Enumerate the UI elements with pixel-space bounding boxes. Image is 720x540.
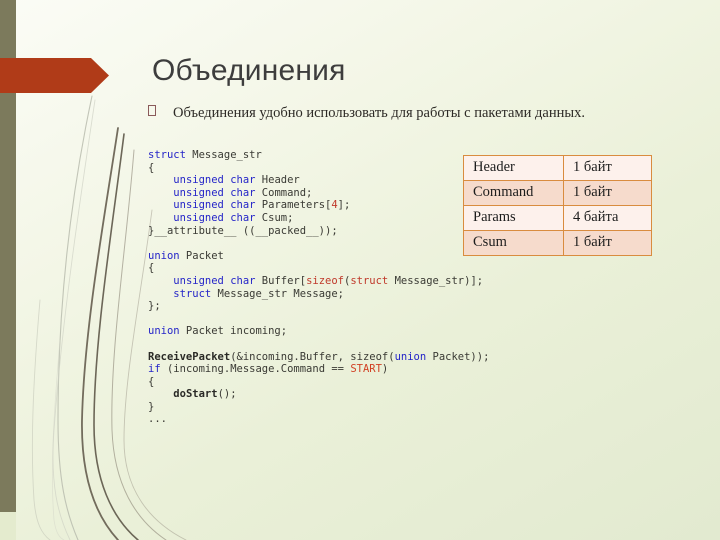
code-line: union Packet: [148, 250, 489, 263]
code-line: struct Message_str Message;: [148, 288, 489, 301]
code-line: unsigned char Header: [148, 174, 489, 187]
table-row: Csum 1 байт: [463, 230, 652, 256]
code-token: Message_str)];: [388, 274, 484, 287]
code-line: unsigned char Command;: [148, 187, 489, 200]
code-line: unsigned char Buffer[sizeof(struct Messa…: [148, 275, 489, 288]
code-token: ();: [217, 388, 237, 401]
code-line: };: [148, 300, 489, 313]
table-row: Command 1 байт: [463, 180, 652, 206]
code-line: if (incoming.Message.Command == START): [148, 363, 489, 376]
code-token: Packet: [179, 249, 224, 262]
code-token: Command;: [255, 186, 313, 199]
code-token: unsigned char: [173, 211, 256, 224]
slide-canvas: Объединения Объединения удобно использов…: [0, 0, 720, 540]
code-token: ): [381, 363, 389, 376]
code-line: {: [148, 376, 489, 389]
code-token: struct: [173, 287, 212, 300]
code-token: START: [350, 363, 382, 376]
code-token: Header: [255, 174, 300, 187]
code-token: unsigned char: [173, 199, 256, 212]
code-line: }__attribute__ ((__packed__));: [148, 225, 489, 238]
code-token: unsigned char: [173, 174, 256, 187]
table-cell-field: Csum: [463, 230, 564, 256]
table-cell-size: 1 байт: [563, 180, 652, 206]
page-title: Объединения: [152, 54, 346, 87]
code-line: {: [148, 162, 489, 175]
code-token: union: [148, 249, 180, 262]
code-token: Packet));: [426, 350, 490, 363]
arrow-banner-decoration: [0, 58, 109, 93]
table-cell-size: 4 байта: [563, 205, 652, 231]
bullet-item: Объединения удобно использовать для рабо…: [148, 105, 585, 122]
bullet-item-label: Объединения удобно использовать для рабо…: [173, 105, 585, 121]
code-line: }: [148, 401, 489, 414]
code-token: doStart: [173, 388, 218, 401]
code-line: {: [148, 262, 489, 275]
code-token: sizeof: [306, 274, 344, 287]
code-token: {: [148, 375, 155, 388]
table-cell-size: 1 байт: [563, 230, 652, 256]
table-cell-field: Params: [463, 205, 564, 231]
code-line: struct Message_str: [148, 149, 489, 162]
code-token: unsigned char: [173, 274, 256, 287]
code-token: }__attribute__ ((__packed__));: [148, 224, 338, 237]
table-row: Params 4 байта: [463, 205, 652, 231]
code-token: };: [148, 300, 161, 313]
code-token: struct: [148, 149, 186, 161]
code-token: Buffer[: [255, 274, 307, 287]
code-line: ...: [148, 413, 489, 426]
code-line: ReceivePacket(&incoming.Buffer, sizeof(u…: [148, 351, 489, 364]
code-token: Csum;: [255, 211, 294, 224]
code-token: (&incoming.Buffer, sizeof(: [230, 350, 395, 363]
code-token: Packet incoming;: [179, 325, 288, 338]
code-token: (incoming.Message.Command ==: [160, 363, 351, 376]
code-token: Parameters[: [255, 199, 332, 212]
code-token: {: [148, 161, 155, 174]
code-token: union: [148, 325, 180, 338]
table-cell-size: 1 байт: [563, 155, 652, 181]
code-line: doStart();: [148, 388, 489, 401]
code-line: unsigned char Csum;: [148, 212, 489, 225]
code-line: union Packet incoming;: [148, 325, 489, 338]
packet-layout-table: Header 1 байт Command 1 байт Params 4 байта Cs…: [463, 155, 652, 256]
code-token: unsigned char: [173, 186, 256, 199]
code-token: Message_str Message;: [211, 287, 344, 300]
left-accent-band-tail: [0, 512, 16, 540]
code-token: if: [148, 363, 161, 376]
code-token: ];: [337, 199, 351, 212]
code-listing: struct Message_str{ unsigned char Header…: [148, 149, 489, 426]
table-cell-field: Header: [463, 155, 564, 181]
code-token: Message_str: [185, 149, 262, 161]
table-cell-field: Command: [463, 180, 564, 206]
code-token: ReceivePacket: [148, 350, 231, 363]
code-token: }: [148, 400, 155, 413]
box-bullet-icon: [148, 105, 156, 116]
code-line: unsigned char Parameters[4];: [148, 199, 489, 212]
code-token: struct: [350, 274, 389, 287]
code-token: {: [148, 262, 155, 275]
code-token: ...: [148, 413, 167, 426]
table-row: Header 1 байт: [463, 155, 652, 181]
code-token: union: [394, 350, 427, 363]
